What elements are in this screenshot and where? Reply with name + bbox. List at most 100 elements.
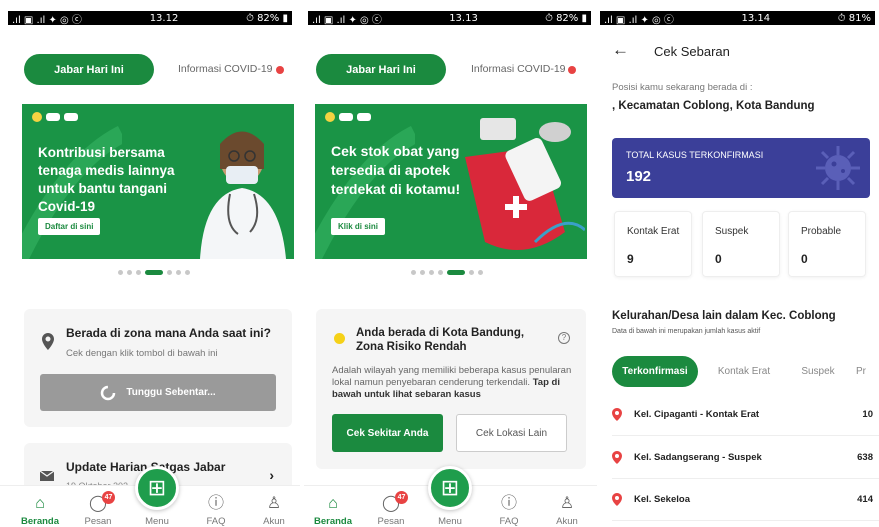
location-pin-icon xyxy=(612,408,622,421)
home-icon: ⌂ xyxy=(328,495,338,512)
total-cases-value: 192 xyxy=(626,168,652,185)
zone-indicator-icon xyxy=(334,333,345,344)
info-covid-link[interactable]: Informasi COVID-19 xyxy=(471,63,566,75)
nav-akun[interactable]: ♙ Akun xyxy=(541,495,593,527)
status-battery: ⏱ 81% xyxy=(837,12,871,24)
banner-logos xyxy=(32,112,78,122)
zone-card: Anda berada di Kota Bandung, Zona Risiko… xyxy=(316,309,586,469)
stat-label: Suspek xyxy=(715,226,749,237)
doctor-illustration xyxy=(200,131,286,259)
cek-lokasi-lain-button[interactable]: Cek Lokasi Lain xyxy=(456,414,567,452)
nav-faq[interactable]: ⓘ FAQ xyxy=(483,495,535,527)
grid-icon: ⊞ xyxy=(440,475,460,500)
stat-value: 9 xyxy=(627,252,634,266)
nav-akun[interactable]: ♙ Akun xyxy=(248,495,300,527)
zone-card-title: Anda berada di Kota Bandung, Zona Risiko… xyxy=(356,327,525,353)
cek-sekitar-button[interactable]: Cek Sekitar Anda xyxy=(332,414,443,452)
list-item-value: 10 xyxy=(862,409,873,420)
nav-beranda[interactable]: ⌂ Beranda xyxy=(307,495,359,527)
nav-menu-label: Menu xyxy=(145,516,169,527)
loading-button[interactable]: Tunggu Sebentar... xyxy=(40,374,276,411)
location-pin-icon xyxy=(42,333,54,350)
zone-card-description: Adalah wilayah yang memiliki beberapa ka… xyxy=(332,365,572,401)
banner-title: Kontribusi bersama tenaga medis lainnya … xyxy=(38,145,175,214)
status-time: 13.13 xyxy=(449,12,478,24)
mail-icon xyxy=(40,470,54,481)
list-item-name: Kel. Cipaganti - Kontak Erat xyxy=(634,409,760,420)
nav-beranda-label: Beranda xyxy=(20,516,59,527)
section-title: Kelurahan/Desa lain dalam Kec. Coblong xyxy=(612,310,836,322)
nav-faq-label: FAQ xyxy=(499,516,519,527)
status-battery: ⏱ 82% ▮ xyxy=(246,12,288,24)
banner-title: Cek stok obat yang tersedia di apotek te… xyxy=(331,143,461,197)
stat-value: 0 xyxy=(715,252,722,266)
list-item[interactable]: Kel. Sekeloa 414 xyxy=(612,479,879,521)
spinner-icon xyxy=(101,385,116,400)
tab-probable[interactable]: Pr xyxy=(856,356,879,387)
notification-dot xyxy=(276,66,284,74)
status-icons: .ıl ▣ .ıl ✦ ◎ ⓒ xyxy=(312,14,382,26)
status-time: 13.14 xyxy=(741,12,771,24)
tab-kontak-erat[interactable]: Kontak Erat xyxy=(708,356,780,387)
nav-pesan[interactable]: ◯ 47 Pesan xyxy=(365,491,417,527)
back-arrow-icon[interactable]: ← xyxy=(612,40,629,60)
help-icon: ⓘ xyxy=(207,495,224,512)
nav-pesan-label: Pesan xyxy=(84,516,112,527)
nav-menu-label: Menu xyxy=(438,516,462,527)
home-icon: ⌂ xyxy=(35,495,45,512)
zone-card-subtitle: Cek dengan klik tombol di bawah ini xyxy=(66,348,218,359)
nav-beranda-label: Beranda xyxy=(313,516,352,527)
list-item[interactable]: Kel. Cipaganti - Kontak Erat 10 xyxy=(612,394,879,436)
nav-akun-label: Akun xyxy=(556,516,578,527)
section-note: Data di bawah ini merupakan jumlah kasus… xyxy=(612,328,761,335)
position-value: , Kecamatan Coblong, Kota Bandung xyxy=(612,100,815,112)
promo-banner[interactable]: Cek stok obat yang tersedia di apotek te… xyxy=(315,104,587,259)
nav-akun-label: Akun xyxy=(263,516,285,527)
page-title: Cek Sebaran xyxy=(654,44,730,59)
inbox-badge: 47 xyxy=(102,491,115,504)
daftar-button[interactable]: Daftar di sini xyxy=(38,218,101,235)
inbox-badge: 47 xyxy=(395,491,408,504)
menu-grid-fab[interactable]: ⊞ xyxy=(135,466,179,510)
chevron-right-icon: › xyxy=(269,467,274,483)
help-icon[interactable]: ? xyxy=(558,332,570,344)
chat-icon: ◯ xyxy=(382,495,400,512)
list-item[interactable]: Kel. Sadangserang - Suspek 638 xyxy=(612,437,879,479)
list-item-name: Kel. Sadangserang - Suspek xyxy=(634,452,762,463)
stat-label: Kontak Erat xyxy=(627,226,680,237)
stat-label: Probable xyxy=(801,226,842,237)
loading-button-label: Tunggu Sebentar... xyxy=(126,387,216,398)
screen-home-2: .ıl ▣ .ıl ✦ ◎ ⓒ 13.13 ⏱ 82% ▮ Jabar Hari… xyxy=(304,0,597,527)
grid-icon: ⊞ xyxy=(147,475,167,500)
tab-terkonfirmasi[interactable]: Terkonfirmasi xyxy=(612,356,698,387)
promo-banner[interactable]: Kontribusi bersama tenaga medis lainnya … xyxy=(22,104,294,259)
list-item-value: 414 xyxy=(857,494,873,505)
menu-grid-fab[interactable]: ⊞ xyxy=(428,466,472,510)
position-label: Posisi kamu sekarang berada di : xyxy=(612,82,753,93)
nav-beranda[interactable]: ⌂ Beranda xyxy=(14,495,66,527)
nav-faq[interactable]: ⓘ FAQ xyxy=(190,495,242,527)
user-icon: ♙ xyxy=(266,495,282,512)
jabar-hari-ini-button[interactable]: Jabar Hari Ini xyxy=(316,54,446,85)
stat-kontak-erat: Kontak Erat 9 xyxy=(614,211,692,277)
help-icon: ⓘ xyxy=(500,495,517,512)
zone-card: Berada di zona mana Anda saat ini? Cek d… xyxy=(24,309,292,427)
notification-dot xyxy=(568,66,576,74)
status-time: 13.12 xyxy=(149,12,179,24)
status-icons: .ıl ▣ .ıl ✦ ◎ ⓒ xyxy=(12,14,82,26)
location-pin-icon xyxy=(612,451,622,464)
klik-button[interactable]: Klik di sini xyxy=(331,218,386,235)
tab-suspek[interactable]: Suspek xyxy=(790,356,846,387)
status-bar: .ıl ▣ .ıl ✦ ◎ ⓒ 13.13 ⏱ 82% ▮ xyxy=(304,0,597,27)
stat-suspek: Suspek 0 xyxy=(702,211,780,277)
chat-icon: ◯ xyxy=(89,495,107,512)
nav-pesan[interactable]: ◯ 47 Pesan xyxy=(72,491,124,527)
jabar-hari-ini-button[interactable]: Jabar Hari Ini xyxy=(24,54,154,85)
zone-card-title: Berada di zona mana Anda saat ini? xyxy=(66,326,271,340)
nav-pesan-label: Pesan xyxy=(377,516,405,527)
total-cases-label: TOTAL KASUS TERKONFIRMASI xyxy=(626,150,764,160)
status-icons: .ıl ▣ .ıl ✦ ◎ ⓒ xyxy=(604,14,674,26)
nav-faq-label: FAQ xyxy=(206,516,226,527)
location-pin-icon xyxy=(612,493,622,506)
info-covid-link[interactable]: Informasi COVID-19 xyxy=(178,63,273,75)
